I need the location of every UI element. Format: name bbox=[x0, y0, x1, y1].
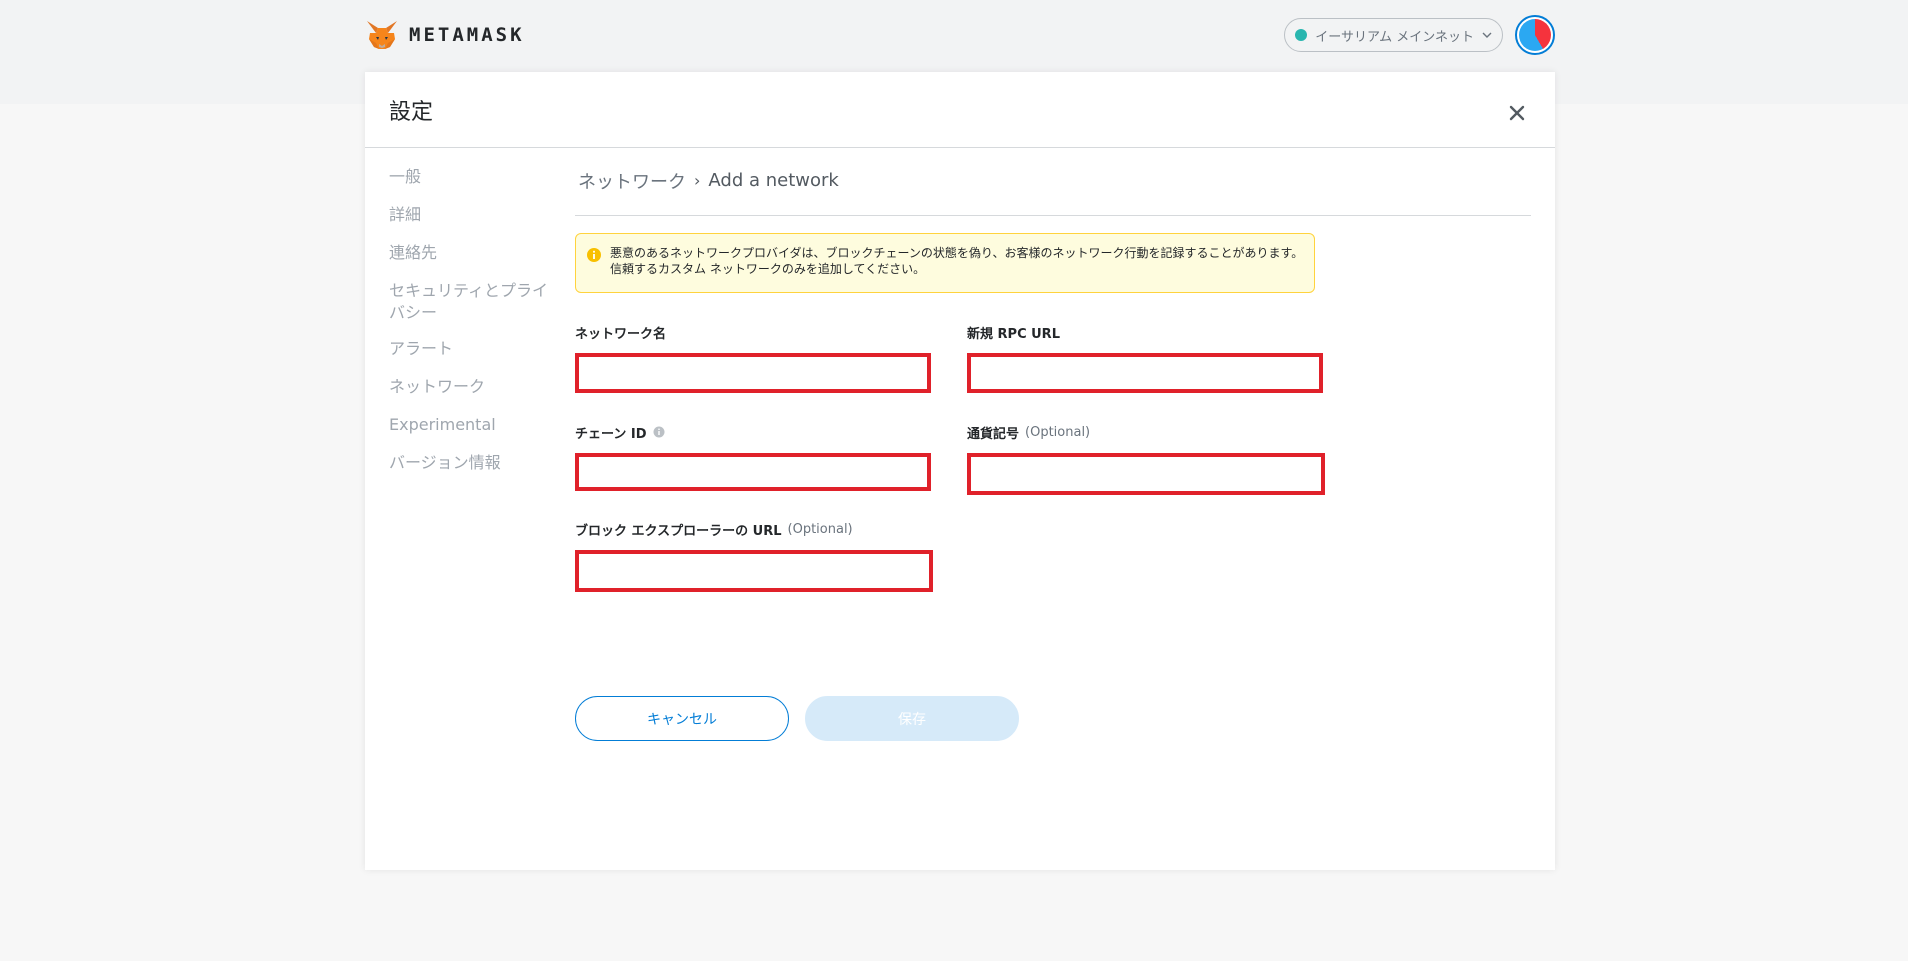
currency-symbol-label-text: 通貨記号 bbox=[967, 426, 1020, 442]
rpc-url-field: 新規 RPC URL bbox=[967, 323, 1323, 393]
block-explorer-label: ブロック エクスプローラーの URL (Optional) bbox=[575, 520, 933, 539]
breadcrumb-networks-link[interactable]: ネットワーク bbox=[578, 168, 686, 194]
rpc-url-input[interactable] bbox=[967, 353, 1323, 393]
network-selector[interactable]: イーサリアム メインネット bbox=[1284, 18, 1503, 52]
form-actions: キャンセル 保存 bbox=[575, 696, 1019, 741]
cancel-button[interactable]: キャンセル bbox=[575, 696, 789, 741]
network-status-dot bbox=[1295, 29, 1308, 41]
sidebar-item-networks[interactable]: ネットワーク bbox=[389, 376, 559, 398]
sidebar-item-alerts[interactable]: アラート bbox=[389, 338, 559, 360]
settings-content: ネットワーク › Add a network 悪意のあるネットワークプロバイダは… bbox=[575, 148, 1531, 613]
fox-icon bbox=[367, 21, 397, 49]
breadcrumb: ネットワーク › Add a network bbox=[575, 148, 1531, 216]
currency-symbol-field: 通貨記号 (Optional) bbox=[967, 423, 1325, 495]
block-explorer-field: ブロック エクスプローラーの URL (Optional) bbox=[575, 520, 933, 592]
chain-id-label: チェーン ID bbox=[575, 423, 931, 442]
network-name-label: ネットワーク名 bbox=[575, 323, 931, 342]
rpc-url-label-text: 新規 RPC URL bbox=[967, 326, 1060, 342]
block-explorer-label-text: ブロック エクスプローラーの URL bbox=[575, 523, 782, 539]
avatar-identicon bbox=[1519, 19, 1551, 51]
sidebar-item-general[interactable]: 一般 bbox=[389, 166, 559, 188]
breadcrumb-current: Add a network bbox=[708, 170, 839, 191]
sidebar-item-experimental[interactable]: Experimental bbox=[389, 414, 559, 436]
sidebar-item-security[interactable]: セキュリティとプライバシー bbox=[389, 280, 559, 324]
rpc-url-label: 新規 RPC URL bbox=[967, 323, 1323, 342]
save-button[interactable]: 保存 bbox=[805, 696, 1019, 741]
sidebar-item-advanced[interactable]: 詳細 bbox=[389, 204, 559, 226]
breadcrumb-separator: › bbox=[694, 171, 701, 190]
chain-id-field: チェーン ID bbox=[575, 423, 931, 491]
close-button[interactable] bbox=[1503, 99, 1531, 127]
network-name-label-text: ネットワーク名 bbox=[575, 326, 667, 342]
optional-tag: (Optional) bbox=[787, 521, 853, 537]
warning-banner: 悪意のあるネットワークプロバイダは、ブロックチェーンの状態を偽り、お客様のネット… bbox=[575, 233, 1315, 293]
add-network-form: ネットワーク名 新規 RPC URL チェーン ID 通貨記号 (Optiona… bbox=[575, 323, 1531, 613]
network-name-input[interactable] bbox=[575, 353, 931, 393]
network-name: イーサリアム メインネット bbox=[1315, 29, 1474, 45]
page-title: 設定 bbox=[389, 99, 434, 125]
header-right: イーサリアム メインネット bbox=[1284, 15, 1555, 55]
optional-tag: (Optional) bbox=[1025, 424, 1091, 440]
close-icon bbox=[1509, 105, 1525, 120]
metamask-logo[interactable]: METAMASK bbox=[365, 19, 525, 51]
block-explorer-input[interactable] bbox=[575, 550, 933, 592]
sidebar-item-contacts[interactable]: 連絡先 bbox=[389, 242, 559, 264]
chain-id-input[interactable] bbox=[575, 453, 931, 491]
settings-card: 設定 一般 詳細 連絡先 セキュリティとプライバシー アラート ネットワーク E… bbox=[365, 72, 1555, 870]
brand-wordmark: METAMASK bbox=[409, 24, 525, 46]
currency-symbol-input[interactable] bbox=[967, 453, 1325, 495]
account-avatar[interactable] bbox=[1515, 15, 1555, 55]
warning-text: 悪意のあるネットワークプロバイダは、ブロックチェーンの状態を偽り、お客様のネット… bbox=[610, 246, 1304, 276]
info-circle-icon bbox=[587, 248, 601, 262]
sidebar-item-about[interactable]: バージョン情報 bbox=[389, 452, 559, 474]
chevron-down-icon bbox=[1482, 32, 1492, 38]
app-header: METAMASK イーサリアム メインネット bbox=[365, 0, 1555, 70]
info-icon[interactable] bbox=[653, 426, 665, 438]
settings-header: 設定 bbox=[365, 72, 1555, 148]
settings-sidebar: 一般 詳細 連絡先 セキュリティとプライバシー アラート ネットワーク Expe… bbox=[389, 166, 559, 490]
chain-id-label-text: チェーン ID bbox=[575, 426, 647, 442]
network-name-field: ネットワーク名 bbox=[575, 323, 931, 393]
currency-symbol-label: 通貨記号 (Optional) bbox=[967, 423, 1325, 442]
